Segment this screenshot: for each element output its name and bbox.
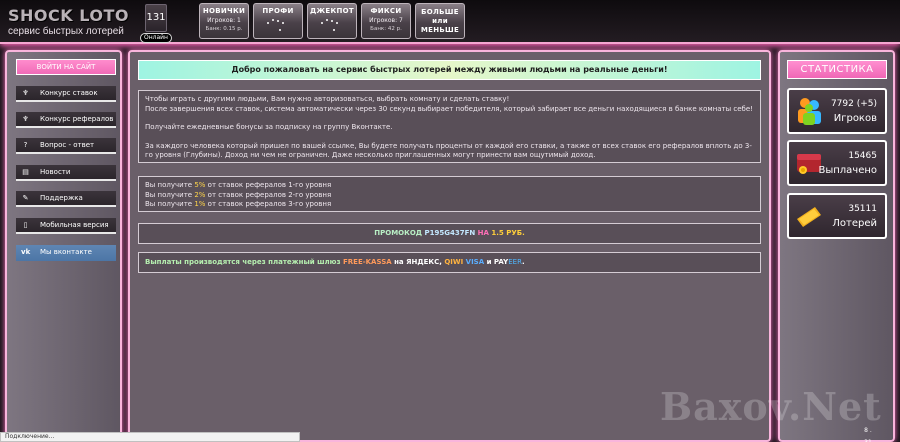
sidebar-item-referral-contest[interactable]: ♆ Конкурс рефералов bbox=[16, 112, 116, 128]
tab-name: ПРОФИ bbox=[262, 7, 294, 15]
question-icon: ? bbox=[23, 141, 28, 149]
mobile-icon: ▯ bbox=[23, 221, 28, 229]
sidebar-item-label: Конкурс ставок bbox=[40, 89, 98, 97]
tab-name: ФИКСИ bbox=[370, 7, 402, 15]
trophy-icon: ♆ bbox=[22, 115, 29, 123]
login-button[interactable]: ВОЙТИ НА САЙТ bbox=[16, 59, 116, 75]
tab-profi[interactable]: ПРОФИ bbox=[253, 3, 303, 39]
tab-bank: Банк: 0.15 р. bbox=[205, 26, 243, 32]
tab-bank: Банк: 42 р. bbox=[370, 26, 402, 32]
stat-paid-label: Выплачено bbox=[818, 165, 877, 176]
referral-panel: Вы получите 5% от ставок рефералов 1-го … bbox=[138, 176, 761, 212]
promo-code[interactable]: P195G437FN bbox=[424, 229, 475, 237]
tab-players: Игроков: 7 bbox=[369, 17, 403, 24]
sidebar-item-news[interactable]: ▤ Новости bbox=[16, 165, 116, 181]
sidebar-item-label: Поддержка bbox=[40, 194, 83, 202]
intro-panel: Чтобы играть с другими людьми, Вам нужно… bbox=[138, 90, 761, 163]
sidebar-item-bets-contest[interactable]: ♆ Конкурс ставок bbox=[16, 86, 116, 102]
sidebar-item-mobile[interactable]: ▯ Мобильная версия bbox=[16, 218, 116, 234]
referral-line: Вы получите 5% от ставок рефералов 1-го … bbox=[145, 181, 332, 189]
referral-line: Вы получите 2% от ставок рефералов 2-го … bbox=[145, 190, 332, 199]
intro-text: Чтобы играть с другими людьми, Вам нужно… bbox=[145, 95, 510, 103]
logo-title[interactable]: SHOCK LOTO bbox=[8, 6, 129, 25]
sidebar-item-support[interactable]: ✎ Поддержка bbox=[16, 191, 116, 207]
sidebar-item-label: Новости bbox=[40, 168, 71, 176]
sidebar-item-vk[interactable]: vk Мы вконтакте bbox=[16, 245, 116, 261]
tab-more-l2: или bbox=[432, 17, 448, 25]
tab-fiksi[interactable]: ФИКСИ Игроков: 7 Банк: 42 р. bbox=[361, 3, 411, 39]
sidebar-item-faq[interactable]: ? Вопрос - ответ bbox=[16, 138, 116, 154]
left-sidebar: ВОЙТИ НА САЙТ ♆ Конкурс ставок ♆ Конкурс… bbox=[5, 50, 122, 442]
tab-novichki[interactable]: НОВИЧКИ Игроков: 1 Банк: 0.15 р. bbox=[199, 3, 249, 39]
stat-players-value: 7792 (+5) bbox=[830, 99, 877, 109]
stat-paid-value: 15465 bbox=[848, 151, 877, 161]
tab-name: НОВИЧКИ bbox=[202, 7, 246, 15]
top-header: SHOCK LOTO сервис быстрых лотерей 131 Он… bbox=[0, 0, 900, 44]
intro-text: Получайте ежедневные бонусы за подписку … bbox=[145, 123, 393, 131]
stat-lotteries-value: 35111 bbox=[848, 204, 877, 214]
referral-line: Вы получите 1% от ставок рефералов 3-го … bbox=[145, 200, 332, 208]
tab-more-or-less[interactable]: БОЛЬШЕ или МЕНЬШЕ bbox=[415, 3, 465, 39]
logo-subtitle: сервис быстрых лотерей bbox=[8, 26, 124, 37]
tab-name: ДЖЕКПОТ bbox=[310, 7, 354, 15]
sidebar-item-label: Конкурс рефералов bbox=[40, 115, 114, 123]
online-count: 131 bbox=[145, 4, 167, 32]
loading-dots-icon bbox=[254, 19, 302, 31]
vk-icon: vk bbox=[21, 248, 31, 256]
intro-text: После завершения всех ставок, система ав… bbox=[145, 104, 753, 113]
browser-status-bar: Подключение... bbox=[0, 432, 300, 442]
stats-title: СТАТИСТИКА bbox=[787, 60, 887, 79]
tab-jackpot[interactable]: ДЖЕКПОТ bbox=[307, 3, 357, 39]
intro-text: За каждого человека который пришел по ва… bbox=[145, 141, 752, 160]
promo-panel: ПРОМОКОД P195G437FN НА 1.5 РУБ. bbox=[138, 223, 761, 244]
trophy-icon: ♆ bbox=[22, 89, 29, 97]
loading-dots-icon bbox=[308, 19, 356, 31]
online-label: Онлайн bbox=[140, 33, 172, 43]
tab-players: Игроков: 1 bbox=[207, 17, 241, 24]
stat-lotteries-label: Лотерей bbox=[832, 218, 877, 229]
stat-players: 7792 (+5) Игроков bbox=[787, 88, 887, 134]
sidebar-item-label: Мобильная версия bbox=[40, 221, 109, 229]
watermark: Baxov.Net bbox=[660, 384, 882, 429]
stat-lotteries: 35111 Лотерей bbox=[787, 193, 887, 239]
sidebar-item-label: Вопрос - ответ bbox=[40, 141, 95, 149]
pencil-icon: ✎ bbox=[22, 194, 29, 202]
promo-code-text: ПРОМОКОД P195G437FN НА 1.5 РУБ. bbox=[374, 229, 525, 237]
payout-panel: Выплаты производятся через платежный шлю… bbox=[138, 252, 761, 273]
payout-text: Выплаты производятся через платежный шлю… bbox=[145, 258, 525, 266]
tab-more-l1: БОЛЬШЕ bbox=[421, 8, 459, 16]
stat-paid: 15465 Выплачено bbox=[787, 140, 887, 186]
users-icon bbox=[798, 98, 821, 125]
welcome-banner: Добро пожаловать на сервис быстрых лотер… bbox=[138, 60, 761, 80]
ticket-icon bbox=[797, 207, 821, 227]
stat-players-label: Игроков bbox=[833, 113, 877, 124]
sidebar-item-label: Мы вконтакте bbox=[40, 248, 92, 256]
online-counter: 131 Онлайн bbox=[140, 2, 172, 43]
tab-more-l3: МЕНЬШЕ bbox=[420, 26, 460, 34]
news-icon: ▤ bbox=[22, 168, 29, 176]
corner-badge: 8 . 31 bbox=[864, 427, 872, 442]
